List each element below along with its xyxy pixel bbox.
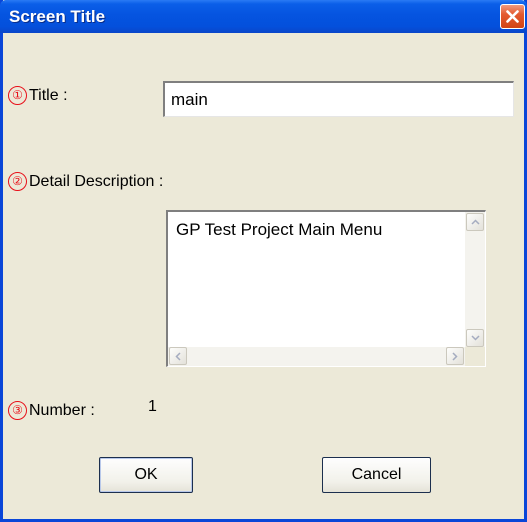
number-label-row: ③ Number : [8, 401, 95, 420]
scroll-left-button[interactable] [169, 347, 187, 365]
number-label: Number : [29, 401, 95, 419]
description-label: Detail Description : [29, 172, 164, 190]
title-input[interactable] [163, 81, 514, 117]
marker-3: ③ [8, 401, 27, 420]
scroll-right-button[interactable] [446, 347, 464, 365]
marker-1: ① [8, 86, 27, 105]
horizontal-scrollbar[interactable] [168, 347, 466, 366]
scroll-down-button[interactable] [466, 329, 484, 347]
description-text[interactable]: GP Test Project Main Menu [168, 212, 464, 348]
scroll-up-icon [470, 219, 480, 225]
ok-button[interactable]: OK [99, 457, 193, 493]
window-title: Screen Title [9, 7, 106, 26]
marker-2: ② [8, 172, 27, 191]
title-bar[interactable]: Screen Title [0, 0, 527, 33]
title-label-row: ① Title : [8, 86, 68, 105]
vertical-scrollbar[interactable] [465, 212, 485, 348]
title-label: Title : [29, 86, 68, 104]
scroll-right-icon [452, 351, 458, 361]
scroll-up-button[interactable] [466, 213, 484, 231]
cancel-button[interactable]: Cancel [322, 457, 431, 493]
scroll-left-icon [175, 351, 181, 361]
dialog-window: Screen Title ① Title : ② Detail Descript… [0, 0, 527, 522]
description-textarea[interactable]: GP Test Project Main Menu [166, 210, 486, 367]
close-button[interactable] [500, 4, 525, 29]
scroll-down-icon [470, 335, 480, 341]
description-label-row: ② Detail Description : [8, 172, 163, 191]
number-value: 1 [148, 398, 157, 415]
close-icon [506, 10, 519, 23]
scrollbar-corner [465, 347, 485, 366]
